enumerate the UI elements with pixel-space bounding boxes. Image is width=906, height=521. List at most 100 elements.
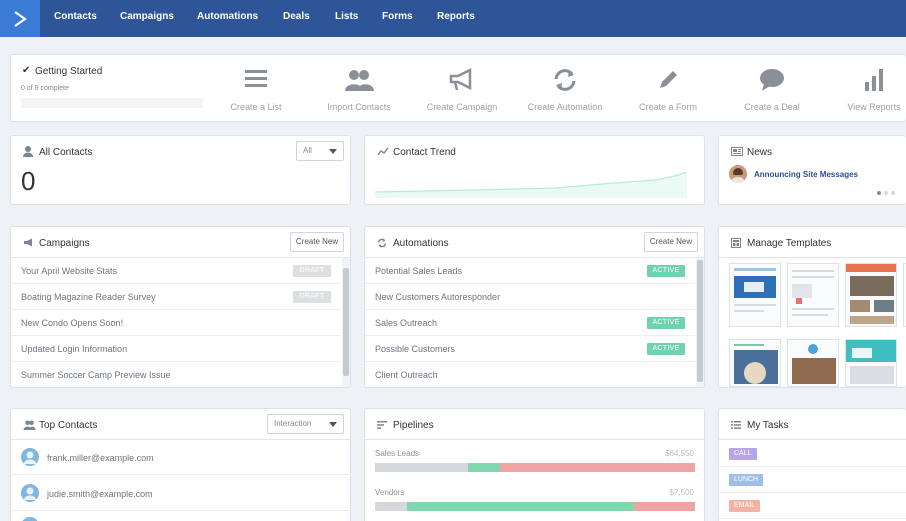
news-link[interactable]: Announcing Site Messages [754, 170, 858, 179]
template-thumbnail[interactable] [787, 263, 839, 327]
template-thumbnail[interactable] [845, 263, 897, 327]
megaphone-icon [417, 67, 507, 94]
automation-name: Possible Customers [375, 344, 456, 354]
nav-reports[interactable]: Reports [437, 0, 475, 37]
create-automation-button[interactable]: Create New [644, 232, 698, 252]
create-deal-label: Create a Deal [744, 102, 800, 112]
campaign-name: Updated Login Information [21, 344, 128, 354]
nav-contacts[interactable]: Contacts [54, 0, 97, 37]
chevron-right-icon [14, 10, 27, 27]
list-item[interactable]: Sales Outreach ACTIVE [365, 310, 695, 336]
news-title: News [747, 147, 773, 158]
view-reports-label: View Reports [847, 102, 901, 112]
carousel-dots[interactable] [877, 191, 895, 195]
pipeline-segment [375, 502, 407, 511]
filter-lines-icon [377, 421, 387, 431]
list-item[interactable]: Summer Soccer Camp Preview Issue [11, 362, 341, 388]
pipeline-name: Sales Leads [375, 449, 420, 458]
list-item[interactable]: Potential Sales Leads ACTIVE [365, 258, 695, 284]
contact-email: judie.smith@example.com [47, 489, 153, 499]
list-item[interactable]: New Condo Opens Soon! [11, 310, 341, 336]
list-item[interactable]: Boating Magazine Reader Survey DRAFT [11, 284, 341, 310]
list-item[interactable]: Client Outreach [365, 362, 695, 388]
pipelines-card: Pipelines Sales Leads $64,550 Vendors $7… [364, 408, 705, 521]
list-item[interactable]: Possible Customers ACTIVE [365, 336, 695, 362]
nav-campaigns[interactable]: Campaigns [120, 0, 174, 37]
campaigns-scrollbar[interactable] [342, 258, 350, 387]
contacts-count: 0 [21, 166, 36, 196]
users-icon [23, 420, 36, 432]
task-row[interactable]: EMAIL [719, 493, 906, 519]
pipeline-segment [467, 463, 500, 472]
automation-name: New Customers Autoresponder [375, 292, 501, 302]
nav-deals[interactable]: Deals [283, 0, 310, 37]
status-badge: ACTIVE [647, 265, 685, 277]
megaphone-icon [23, 238, 34, 249]
import-contacts-action[interactable]: Import Contacts [314, 68, 404, 112]
avatar [729, 165, 747, 183]
create-campaign-action[interactable]: Create Campaign [417, 67, 507, 112]
template-thumbnail[interactable] [729, 339, 781, 387]
contacts-filter-select[interactable]: All [296, 141, 344, 161]
progress-bar [21, 98, 203, 108]
status-badge: ACTIVE [647, 317, 685, 329]
pipeline-bar[interactable] [375, 502, 695, 511]
automations-card: Automations Create New Potential Sales L… [364, 226, 705, 388]
pipeline-value: $7,500 [669, 488, 694, 497]
list-item[interactable]: Your April Website Stats DRAFT [11, 258, 341, 284]
pipeline-segment [634, 502, 695, 511]
all-contacts-title: All Contacts [39, 147, 93, 158]
contact-email: frank.miller@example.com [47, 453, 154, 463]
pipeline-segment [407, 502, 635, 511]
create-deal-action[interactable]: Create a Deal [727, 68, 817, 112]
automation-name: Sales Outreach [375, 318, 438, 328]
contacts-sort-value: Interaction [274, 419, 312, 428]
contacts-sort-select[interactable]: Interaction [267, 414, 344, 434]
automations-scrollbar[interactable] [696, 258, 704, 387]
view-reports-action[interactable]: View Reports [829, 68, 906, 112]
top-navigation: Contacts Campaigns Automations Deals Lis… [0, 0, 906, 37]
task-row[interactable]: CALL [719, 441, 906, 467]
list-item[interactable]: Updated Login Information [11, 336, 341, 362]
refresh-icon [520, 68, 610, 94]
task-row[interactable]: LUNCH [719, 467, 906, 493]
create-list-label: Create a List [230, 102, 282, 112]
top-contacts-card: Top Contacts Interaction frank.miller@ex… [10, 408, 351, 521]
pipeline-name: Vendors [375, 488, 405, 497]
nav-forms[interactable]: Forms [382, 0, 413, 37]
progress-text: 0 of 9 complete [21, 85, 69, 92]
templates-title: Manage Templates [747, 238, 832, 249]
news-card: News Announcing Site Messages [718, 135, 906, 205]
template-grid-icon [731, 238, 741, 250]
contact-trend-card: Contact Trend [364, 135, 705, 205]
list-item[interactable]: judie.smith@example.com [11, 477, 351, 511]
my-tasks-card: My Tasks CALL LUNCH EMAIL [718, 408, 906, 521]
trend-line-icon [377, 147, 389, 158]
campaign-name: Boating Magazine Reader Survey [21, 292, 156, 302]
create-campaign-button[interactable]: Create New [290, 232, 344, 252]
pipelines-title: Pipelines [393, 420, 434, 431]
task-type-tag: EMAIL [729, 500, 761, 512]
template-thumbnail[interactable] [845, 339, 897, 387]
create-form-action[interactable]: Create a Form [623, 68, 713, 112]
automation-name: Potential Sales Leads [375, 266, 463, 276]
all-contacts-card: All Contacts All 0 [10, 135, 351, 205]
list-item[interactable]: New Customers Autoresponder [365, 284, 695, 310]
pipeline-bar[interactable] [375, 463, 695, 472]
create-list-action[interactable]: Create a List [211, 68, 301, 112]
newspaper-icon [731, 147, 743, 158]
status-badge: DRAFT [293, 265, 331, 277]
list-item[interactable]: frank.miller@example.com [11, 441, 351, 475]
template-thumbnail[interactable] [787, 339, 839, 387]
create-automation-action[interactable]: Create Automation [520, 68, 610, 112]
create-automation-label: Create Automation [527, 102, 603, 112]
logo[interactable] [0, 0, 40, 37]
task-type-tag: LUNCH [729, 474, 764, 486]
nav-lists[interactable]: Lists [335, 0, 358, 37]
contact-trend-title: Contact Trend [393, 147, 456, 158]
users-icon [314, 68, 404, 94]
create-form-label: Create a Form [638, 102, 698, 112]
template-thumbnail[interactable] [729, 263, 781, 327]
nav-automations[interactable]: Automations [197, 0, 258, 37]
pipeline-value: $64,550 [665, 449, 694, 458]
